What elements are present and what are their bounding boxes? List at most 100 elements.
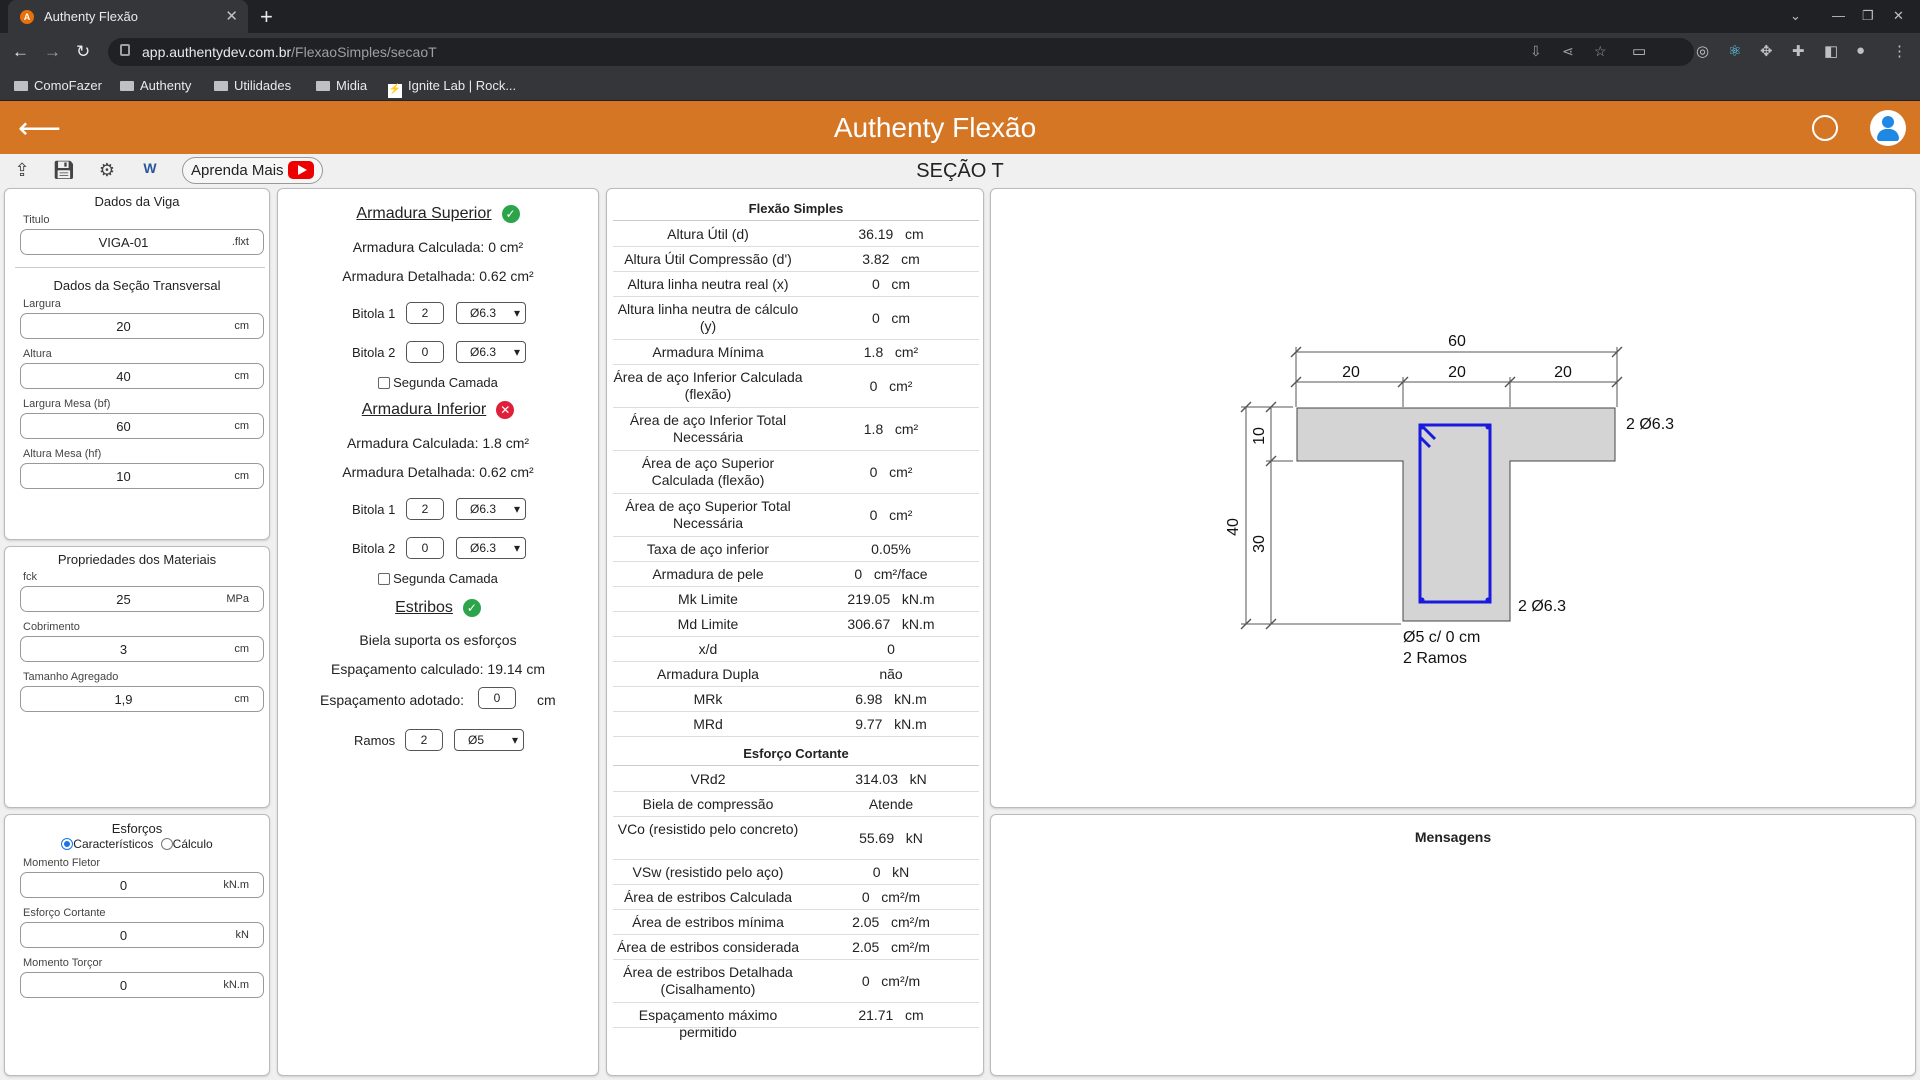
aggregate-input[interactable]: 1,9 cm (20, 686, 264, 712)
extension-target-icon[interactable]: ◎ (1696, 42, 1709, 60)
shear-input[interactable]: 0 kN (20, 922, 264, 948)
table-value: 0 (887, 641, 895, 657)
top-calculated: Armadura Calculada: 0 cm² (352, 239, 524, 255)
extension-cast-icon[interactable]: ▭ (1632, 42, 1646, 60)
restore-icon[interactable]: ❐ (1862, 8, 1874, 24)
bookmark-star-icon[interactable]: ☆ (1594, 43, 1607, 60)
strut-status: Biela suporta os esforços (359, 632, 517, 648)
table-row: VSw (resistido pelo aço) 0 kN (613, 860, 979, 885)
back-icon[interactable]: ← (12, 42, 29, 62)
gear-icon[interactable]: ⚙ (95, 160, 119, 182)
extension-move-icon[interactable]: ✥ (1760, 42, 1773, 60)
top-bitola-1-count[interactable]: 2 (406, 302, 444, 324)
cover-input[interactable]: 3 cm (20, 636, 264, 662)
bookmark-ignite-lab[interactable]: ⚡ Ignite Lab | Rock... (388, 78, 516, 98)
stirrup-diameter-select[interactable]: Ø5 (454, 729, 524, 751)
table-value: 3.82 cm (862, 251, 920, 267)
bottom-bitola-2-select[interactable]: Ø6.3 (456, 537, 526, 559)
fck-input[interactable]: 25 MPa (20, 586, 264, 612)
table-key: Mk Limite (678, 591, 738, 607)
user-avatar-icon[interactable] (1870, 110, 1906, 146)
forward-icon[interactable]: → (44, 42, 61, 62)
top-bars-label: 2 Ø6.3 (1626, 416, 1674, 433)
table-row: Armadura Dupla não (613, 662, 979, 687)
table-value: 1.8 cm² (863, 344, 919, 360)
app-favicon-icon: A (20, 10, 34, 24)
radio-characteristic[interactable] (61, 838, 74, 850)
torsion-input[interactable]: 0 kN.m (20, 972, 264, 998)
bookmark-midia[interactable]: Midia (316, 78, 367, 93)
checkbox-icon[interactable] (378, 573, 391, 585)
bottom-bitola-2-count[interactable]: 0 (406, 537, 444, 559)
loads-title: Esforços (111, 821, 163, 836)
table-key: Md Limite (677, 616, 739, 632)
flange-width-input[interactable]: 60 cm (20, 413, 264, 439)
minimize-icon[interactable]: — (1832, 8, 1845, 23)
bottom-second-layer[interactable]: Segunda Camada (278, 571, 598, 586)
word-export-icon[interactable]: W (138, 160, 162, 182)
table-value: 219.05 kN.m (847, 591, 935, 607)
loads-panel: Esforços Característicos Cálculo Momento… (4, 814, 270, 1076)
extension-react-icon[interactable]: ⚛ (1728, 42, 1741, 60)
url-input[interactable]: app.authentydev.com.br/FlexaoSimples/sec… (108, 38, 1694, 66)
top-bitola-2-count[interactable]: 0 (406, 341, 444, 363)
app-toolbar: ⇪ 💾︎ ⚙ W Aprenda Mais SEÇÃO T (0, 154, 1920, 187)
width-input[interactable]: 20 cm (20, 313, 264, 339)
table-row: Altura linha neutra de cálculo (y) 0 cm (613, 297, 979, 340)
bottom-bitola-1-select[interactable]: Ø6.3 (456, 498, 526, 520)
side-panel-icon[interactable]: ◧ (1824, 42, 1838, 60)
save-icon[interactable]: 💾︎ (52, 160, 76, 182)
bookmark-comofazer[interactable]: ComoFazer (14, 78, 102, 93)
language-globe-icon[interactable] (1812, 115, 1838, 141)
close-window-icon[interactable]: ✕ (1893, 8, 1904, 24)
dim-b1: 20 (1342, 364, 1360, 381)
learn-more-button[interactable]: Aprenda Mais (182, 157, 323, 184)
table-row: Altura linha neutra real (x) 0 cm (613, 272, 979, 297)
table-key: Altura Útil (d) (667, 226, 749, 242)
height-input[interactable]: 40 cm (20, 363, 264, 389)
legs-label: 2 Ramos (1403, 650, 1467, 667)
error-icon: ✕ (496, 401, 515, 419)
messages-title: Mensagens (1414, 829, 1492, 845)
cross-section-title: Dados da Seção Transversal (53, 278, 221, 293)
tab-search-icon[interactable]: ⌄ (1790, 8, 1801, 24)
bottom-bitola-1-count[interactable]: 2 (406, 498, 444, 520)
bottom-detailed: Armadura Detalhada: 0.62 cm² (342, 464, 534, 480)
table-value: 306.67 kN.m (847, 616, 935, 632)
top-bitola-2-row: Bitola 2 0 Ø6.3 (278, 341, 598, 365)
bottom-calculated: Armadura Calculada: 1.8 cm² (346, 435, 530, 451)
browser-menu-icon[interactable]: ⋮ (1892, 42, 1907, 60)
browser-tab[interactable]: A Authenty Flexão ✕ (8, 0, 248, 33)
adopted-spacing-input[interactable]: 0 (478, 687, 516, 709)
share-icon[interactable]: ⋖ (1562, 43, 1574, 60)
top-bitola-1-select[interactable]: Ø6.3 (456, 302, 526, 324)
title-input[interactable]: VIGA-01 .flxt (20, 229, 264, 255)
table-value: 0 cm²/face (854, 566, 928, 582)
table-row: Área de aço Inferior Calculada (flexão) 0… (613, 365, 979, 408)
table-key: Área de estribos Detalhada (Cisalhamento… (623, 964, 793, 997)
height-label: Altura (23, 348, 52, 360)
extensions-puzzle-icon[interactable]: ✚ (1792, 42, 1805, 60)
table-value: 1.8 cm² (863, 421, 919, 437)
bookmark-authenty[interactable]: Authenty (120, 78, 191, 93)
moment-input[interactable]: 0 kN.m (20, 872, 264, 898)
upload-icon[interactable]: ⇪ (10, 160, 34, 182)
legs-count[interactable]: 2 (405, 729, 443, 751)
install-icon[interactable]: ⇩ (1530, 43, 1542, 60)
app-header: ⟵ Authenty Flexão (0, 101, 1920, 154)
bookmark-utilidades[interactable]: Utilidades (214, 78, 291, 93)
table-value: 0 cm² (869, 507, 913, 523)
stirrup-label: Ø5 c/ 0 cm (1403, 629, 1480, 646)
new-tab-button[interactable]: + (260, 4, 273, 30)
checkbox-icon[interactable] (378, 377, 391, 389)
radio-design[interactable] (160, 838, 173, 850)
top-bitola-2-select[interactable]: Ø6.3 (456, 341, 526, 363)
reload-icon[interactable]: ↻ (76, 42, 90, 62)
top-second-layer[interactable]: Segunda Camada (278, 375, 598, 390)
table-key: Área de aço Inferior Calculada (flexão) (613, 369, 803, 402)
profile-avatar-icon[interactable]: ● (1856, 42, 1865, 59)
lock-icon (120, 44, 130, 56)
table-key: Área de estribos considerada (616, 939, 800, 955)
flange-height-input[interactable]: 10 cm (20, 463, 264, 489)
tab-close-icon[interactable]: ✕ (225, 7, 238, 25)
